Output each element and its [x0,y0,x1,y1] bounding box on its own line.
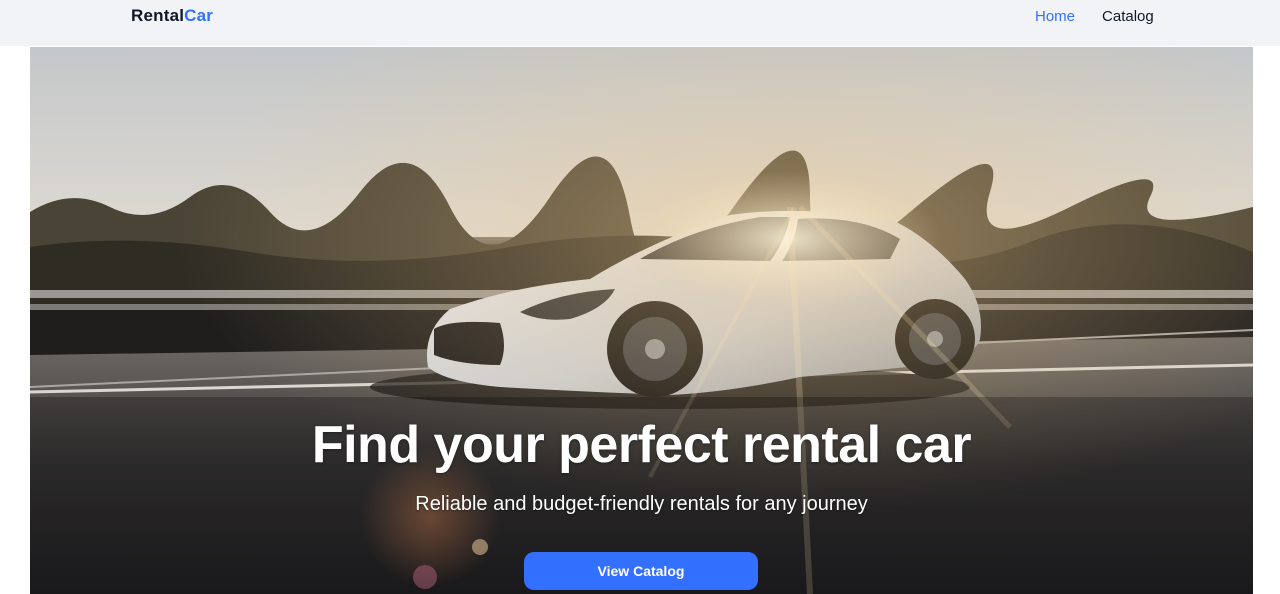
hero-title: Find your perfect rental car [311,416,972,474]
hero-banner: Find your perfect rental car Reliable an… [30,47,1253,594]
main-nav: Home Catalog [1035,8,1154,25]
logo-text-car: Car [184,6,214,25]
nav-link-home[interactable]: Home [1035,8,1075,25]
view-catalog-button[interactable]: View Catalog [524,552,758,590]
site-header: RentalCar Home Catalog [0,0,1280,46]
nav-link-catalog[interactable]: Catalog [1102,8,1154,25]
logo-text-rental: Rental [131,6,185,25]
hero-subtitle: Reliable and budget-friendly rentals for… [415,493,868,515]
logo[interactable]: RentalCar [131,6,213,26]
